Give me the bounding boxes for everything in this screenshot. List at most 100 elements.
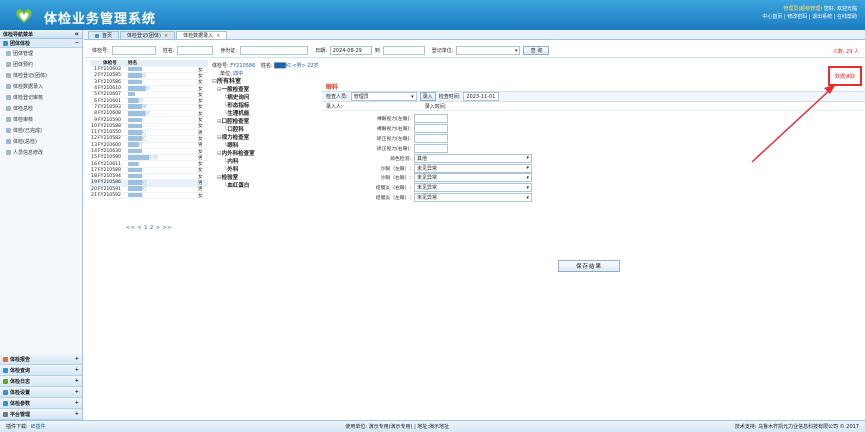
result-select[interactable]: 未见异常 ▾ (414, 163, 532, 173)
row-name: ████ (128, 167, 143, 173)
sidebar-item[interactable]: 团体管理 (0, 48, 82, 59)
row-name: ████ (128, 149, 143, 154)
name-input[interactable] (177, 46, 214, 55)
exam-time-input[interactable]: 2023-11-01 (463, 92, 500, 101)
header-links[interactable]: 中心首页 | 修改密码 | 退出系统 | 在线帮助 (762, 13, 857, 21)
entry-button[interactable]: 录入 (419, 92, 436, 101)
close-tab-icon[interactable]: × (216, 33, 220, 39)
row-name: █████华 (128, 111, 151, 117)
sidebar-item[interactable]: 人员信息修改 (0, 147, 82, 158)
tree-node[interactable]: └血红蛋白 (212, 182, 316, 190)
query-button[interactable]: 查 询 (523, 46, 550, 55)
result-select[interactable]: 未见异常 ▾ (414, 183, 532, 193)
vision-input[interactable] (414, 143, 448, 153)
row-exam-no: FY210608 (98, 111, 121, 117)
save-results-button[interactable]: 保存结果 (558, 260, 620, 272)
row-sex: 男 (198, 187, 203, 193)
team-icon (3, 40, 8, 46)
result-select[interactable]: 其他 ▾ (414, 153, 532, 163)
data-read-button[interactable]: 数据读取 (828, 66, 862, 86)
table-row[interactable]: 21 FY210592 ████ 女 (90, 193, 208, 200)
tree-node[interactable]: ⊟内外科检查室 (212, 150, 316, 158)
row-exam-no: FY210591 (98, 186, 121, 192)
expand-group-icon[interactable]: + (75, 378, 79, 384)
row-name: ███华 (128, 99, 144, 105)
tree-node[interactable]: └内科 (212, 158, 316, 166)
id-card-input[interactable] (240, 46, 309, 55)
collapse-group-icon[interactable]: − (75, 40, 79, 46)
patient-name: ███红 <男> 22岁 (274, 63, 319, 69)
vision-input[interactable] (414, 133, 448, 143)
sidebar-item[interactable]: 体检审核 (0, 114, 82, 125)
tree-node[interactable]: ⊟检验室 (212, 174, 316, 182)
sidebar-item[interactable]: 体检登记(团体) (0, 70, 82, 81)
date-from-input[interactable]: 2024-08-29 (329, 46, 372, 55)
unit-select[interactable]: ▾ (456, 46, 521, 55)
form-field-row: 沙眼（右眼）: 未见异常 ▾ (362, 173, 532, 183)
tree-node[interactable]: └口腔科 (212, 126, 316, 134)
tree-node[interactable]: └病史询问 (212, 94, 316, 102)
row-name: ████ (128, 174, 143, 180)
tree-node[interactable]: └形态指标 (212, 102, 316, 110)
vision-input[interactable] (414, 123, 448, 133)
expand-group-icon[interactable]: + (75, 367, 79, 373)
vision-input[interactable] (414, 114, 448, 123)
row-name: ████红 (128, 187, 147, 193)
sidebar-bottom-group[interactable]: 体检查询 + (0, 365, 82, 376)
tab-home[interactable]: 首页 (88, 31, 120, 39)
sidebar-bottom-group[interactable]: 体检参数 + (0, 398, 82, 409)
plugin-download-link[interactable]: IE插件 (31, 423, 46, 430)
examiner-select[interactable]: 管理员 ▾ (350, 92, 417, 101)
tree-node[interactable]: ⊟所有科室 (212, 78, 316, 86)
col-header-exam-no: 体检号 (103, 61, 117, 66)
collapse-sidebar-icon[interactable]: « (74, 30, 79, 38)
row-name: ████华 (128, 73, 147, 79)
tab-team-registration[interactable]: 体检登记(团体) × (120, 31, 176, 39)
sidebar-bottom-group[interactable]: 体检日志 + (0, 376, 82, 387)
row-exam-no: FY210607 (98, 92, 121, 98)
heart-hands-logo-icon (16, 9, 32, 23)
sidebar-bottom-group[interactable]: 体检报告 + (0, 354, 82, 365)
expand-group-icon[interactable]: + (75, 411, 79, 417)
sidebar-bottom-group[interactable]: 平台管理 + (0, 409, 82, 420)
sidebar-item-label: 体检审核 (13, 117, 34, 123)
sidebar-item[interactable]: 体检登记审核 (0, 92, 82, 103)
sidebar-item[interactable]: 体检总检 (0, 103, 82, 114)
row-exam-no: FY210588 (98, 123, 121, 129)
result-select[interactable]: 未见异常 ▾ (414, 173, 532, 183)
sidebar-item[interactable]: 体检(总检) (0, 136, 82, 147)
tree-node[interactable]: ⊟视力检查室 (212, 134, 316, 142)
tab-data-entry[interactable]: 体检数据录入 × (176, 31, 228, 39)
exam-no-input[interactable] (111, 46, 156, 55)
tree-node[interactable]: └生理机能 (212, 110, 316, 118)
row-sex: 女 (198, 67, 203, 73)
tree-node-label: 一般检查室 (221, 87, 250, 93)
user-name[interactable]: 管理员(超级管理) (783, 6, 822, 12)
sidebar-bottom-group[interactable]: 体检设置 + (0, 387, 82, 398)
tree-node-label: 形态指标 (227, 103, 250, 109)
tree-node[interactable]: └眼科 (212, 142, 316, 150)
menu-item-icon (6, 128, 11, 133)
menu-item-icon (6, 84, 11, 89)
sidebar-item[interactable]: 体检(已完成) (0, 125, 82, 136)
tree-node[interactable]: ⊟一般检查室 (212, 86, 316, 94)
expand-group-icon[interactable]: + (75, 400, 79, 406)
row-exam-no: FY210582 (98, 136, 121, 142)
close-tab-icon[interactable]: × (164, 33, 168, 39)
pagination[interactable]: << < 1 2 > >> (126, 225, 172, 231)
expand-group-icon[interactable]: + (75, 356, 79, 362)
department-tree: 体检号: FY210586 姓名: ███红 <男> 22岁 单位: 四中 ⊟所… (212, 62, 319, 190)
sidebar-item[interactable]: 团体预约 (0, 59, 82, 70)
sidebar-item[interactable]: 体检数据录入 (0, 81, 82, 92)
date-to-input[interactable] (382, 46, 425, 55)
row-no: 11 (91, 130, 97, 136)
sidebar-group-team-exam[interactable]: 团体体检 − (0, 39, 82, 48)
row-exam-no: FY210611 (98, 161, 121, 167)
result-select[interactable]: 未见异常 ▾ (414, 193, 532, 203)
tree-node[interactable]: └外科 (212, 166, 316, 174)
sidebar-item-label: 体检数据录入 (13, 84, 44, 90)
expand-group-icon[interactable]: + (75, 389, 79, 395)
sidebar-item-label: 体检总检 (13, 106, 34, 112)
tree-node[interactable]: ⊟口腔检查室 (212, 118, 316, 126)
select-value: 未见异常 (417, 175, 438, 182)
